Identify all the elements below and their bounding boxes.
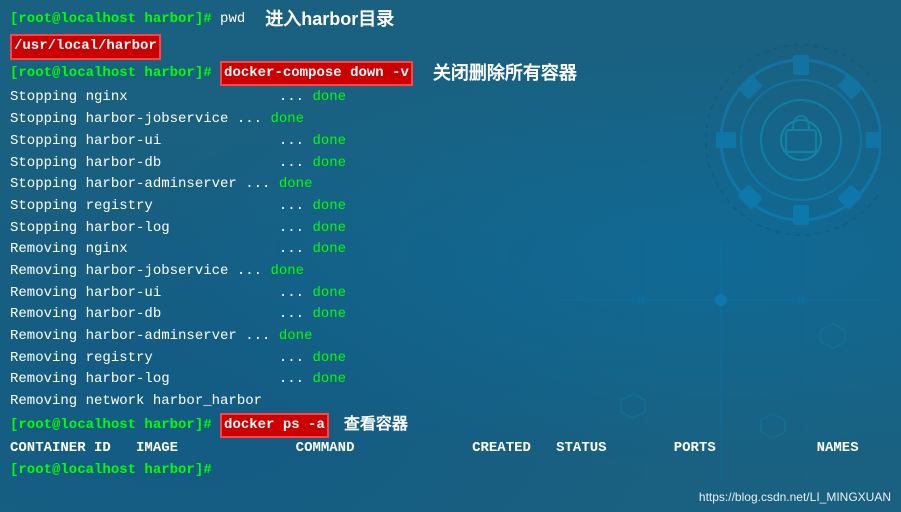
annotation-view-containers: 查看容器 xyxy=(344,413,408,438)
line-remove-adminserver: Removing harbor-adminserver ... done xyxy=(10,326,891,348)
stop-adminserver-text: Stopping harbor-adminserver ... done xyxy=(10,174,312,196)
line-stop-db: Stopping harbor-db ... done xyxy=(10,153,891,175)
line-remove-registry: Removing registry ... done xyxy=(10,348,891,370)
remove-registry-text: Removing registry ... done xyxy=(10,348,346,370)
stop-registry-text: Stopping registry ... done xyxy=(10,196,346,218)
col-names: NAMES xyxy=(716,438,859,460)
cursor xyxy=(212,460,220,482)
line-remove-ui: Removing harbor-ui ... done xyxy=(10,283,891,305)
line-compose-down: [root@localhost harbor]# docker-compose … xyxy=(10,60,891,88)
line-final-prompt: [root@localhost harbor]# xyxy=(10,460,891,482)
line-stop-jobservice: Stopping harbor-jobservice ... done xyxy=(10,109,891,131)
remove-ui-text: Removing harbor-ui ... done xyxy=(10,283,346,305)
table-header-row: CONTAINER ID IMAGE COMMAND CREATED STATU… xyxy=(10,438,891,460)
col-ports: PORTS xyxy=(607,438,716,460)
col-image: IMAGE xyxy=(111,438,178,460)
line-stop-adminserver: Stopping harbor-adminserver ... done xyxy=(10,174,891,196)
space1 xyxy=(212,63,220,85)
line-remove-jobservice: Removing harbor-jobservice ... done xyxy=(10,261,891,283)
line-docker-ps: [root@localhost harbor]# docker ps -a 查看… xyxy=(10,413,891,439)
col-command: COMMAND xyxy=(178,438,354,460)
cmd-pwd-text: pwd xyxy=(220,9,245,31)
remove-log-text: Removing harbor-log ... done xyxy=(10,369,346,391)
line-stop-log: Stopping harbor-log ... done xyxy=(10,218,891,240)
line-pwd: [root@localhost harbor]# pwd 进入harbor目录 xyxy=(10,6,891,34)
col-status: STATUS xyxy=(531,438,607,460)
prompt-pwd: [root@localhost harbor]# xyxy=(10,9,212,31)
final-prompt: [root@localhost harbor]# xyxy=(10,460,212,482)
cmd-compose-down: docker-compose down -v xyxy=(220,61,413,87)
line-stop-ui: Stopping harbor-ui ... done xyxy=(10,131,891,153)
remove-adminserver-text: Removing harbor-adminserver ... done xyxy=(10,326,312,348)
line-remove-db: Removing harbor-db ... done xyxy=(10,304,891,326)
line-stop-nginx: Stopping nginx ... done xyxy=(10,87,891,109)
col-container-id: CONTAINER ID xyxy=(10,438,111,460)
remove-nginx-text: Removing nginx ... done xyxy=(10,239,346,261)
stop-nginx-text: Stopping nginx ... done xyxy=(10,87,346,109)
remove-network-text: Removing network harbor_harbor xyxy=(10,391,262,413)
annotation-enter-harbor: 进入harbor目录 xyxy=(265,6,394,34)
stop-ui-text: Stopping harbor-ui ... done xyxy=(10,131,346,153)
cmd-docker-ps: docker ps -a xyxy=(220,413,329,439)
annotation-shutdown: 关闭删除所有容器 xyxy=(433,60,577,88)
remove-jobservice-text: Removing harbor-jobservice ... done xyxy=(10,261,304,283)
prompt-compose: [root@localhost harbor]# xyxy=(10,63,212,85)
remove-db-text: Removing harbor-db ... done xyxy=(10,304,346,326)
stop-log-text: Stopping harbor-log ... done xyxy=(10,218,346,240)
space2 xyxy=(212,415,220,437)
stop-db-text: Stopping harbor-db ... done xyxy=(10,153,346,175)
terminal-container: [root@localhost harbor]# pwd 进入harbor目录 … xyxy=(0,0,901,488)
cmd-pwd xyxy=(212,9,220,31)
watermark: https://blog.csdn.net/LI_MINGXUAN xyxy=(699,490,891,504)
line-remove-nginx: Removing nginx ... done xyxy=(10,239,891,261)
line-stop-registry: Stopping registry ... done xyxy=(10,196,891,218)
prompt-docker-ps: [root@localhost harbor]# xyxy=(10,415,212,437)
line-path-output: /usr/local/harbor xyxy=(10,34,891,60)
col-created: CREATED xyxy=(354,438,530,460)
harbor-path: /usr/local/harbor xyxy=(10,34,161,60)
line-remove-log: Removing harbor-log ... done xyxy=(10,369,891,391)
stop-jobservice-text: Stopping harbor-jobservice ... done xyxy=(10,109,304,131)
line-remove-network: Removing network harbor_harbor xyxy=(10,391,891,413)
